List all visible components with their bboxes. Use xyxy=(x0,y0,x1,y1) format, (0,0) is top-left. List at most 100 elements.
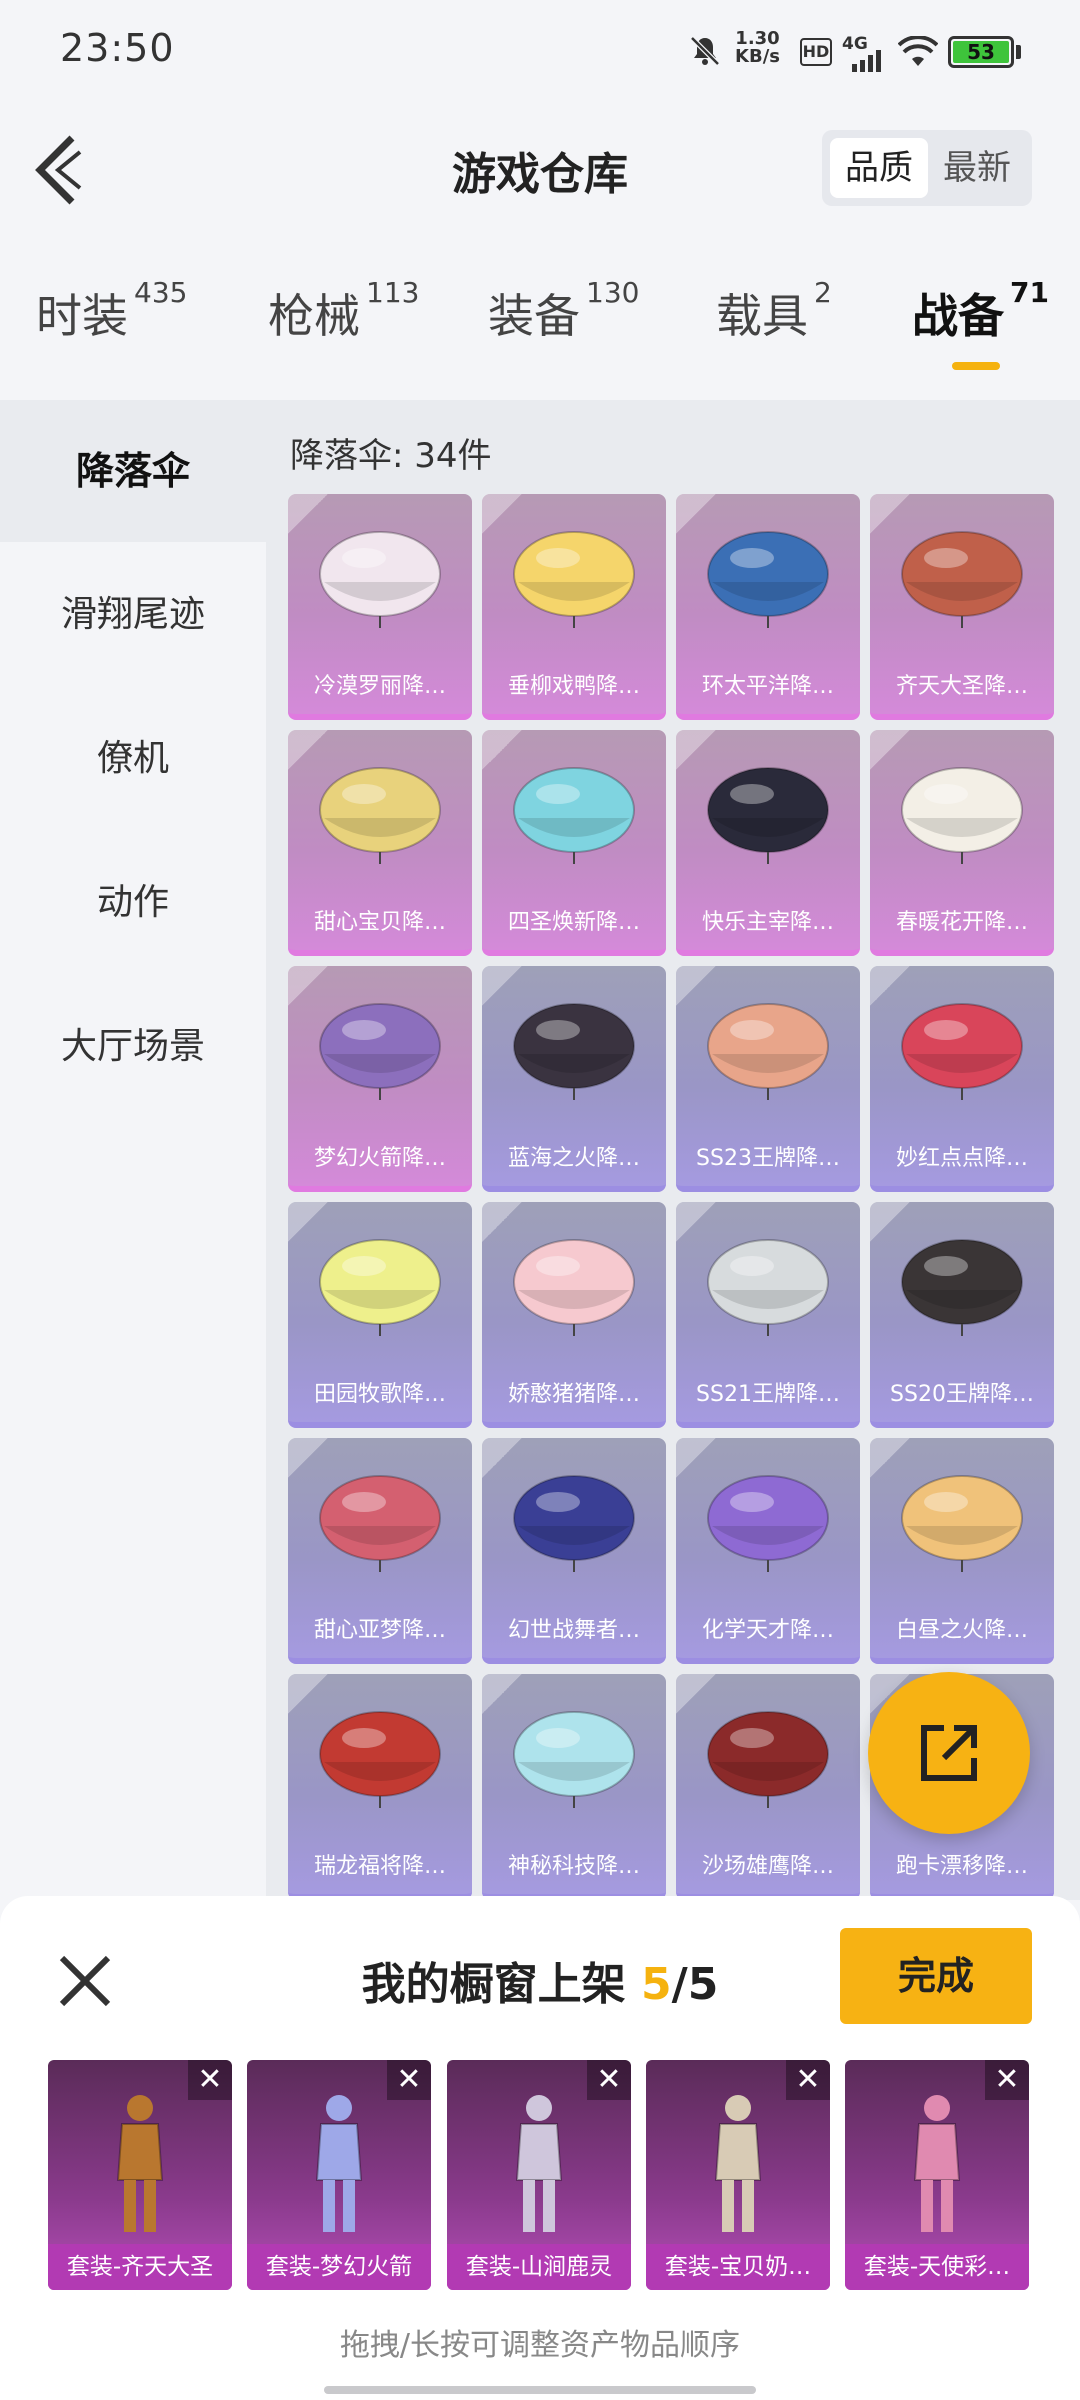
parachute-icon xyxy=(319,1711,441,1808)
card-label: 妙红点点降… xyxy=(895,1146,1028,1171)
parachute-icon xyxy=(901,1239,1023,1336)
parachute-icon xyxy=(901,767,1023,864)
tab-label: 装备 xyxy=(488,289,580,343)
parachute-icon xyxy=(707,531,829,628)
parachute-card[interactable]: 春暖花开降… xyxy=(870,730,1054,956)
reorder-hint: 拖拽/长按可调整资产物品顺序 xyxy=(339,2328,741,2363)
outfit-figure-icon xyxy=(116,2095,164,2232)
card-label: 春暖花开降… xyxy=(895,910,1028,935)
sidebar-item-lobby-scene[interactable]: 大厅场景 xyxy=(0,976,266,1118)
card-label: 齐天大圣降… xyxy=(895,674,1028,699)
parachute-icon xyxy=(319,1003,441,1100)
parachute-card[interactable]: 环太平洋降… xyxy=(676,494,860,720)
home-indicator[interactable] xyxy=(324,2386,756,2394)
showcase-item-label: 套装-天使彩… xyxy=(845,2244,1029,2290)
card-label: 化学天才降… xyxy=(701,1618,834,1643)
outfit-figure-icon xyxy=(515,2095,563,2232)
card-label: 白昼之火降… xyxy=(895,1618,1028,1643)
parachute-card[interactable]: 神秘科技降… xyxy=(482,1674,666,1900)
card-label: SS23王牌降… xyxy=(696,1146,840,1171)
parachute-card[interactable]: SS21王牌降… xyxy=(676,1202,860,1428)
card-label: 跑卡漂移降… xyxy=(895,1854,1028,1879)
parachute-card[interactable]: 冷漠罗丽降… xyxy=(288,494,472,720)
parachute-icon xyxy=(901,531,1023,628)
showcase-item[interactable]: ✕ 套装-齐天大圣 xyxy=(48,2060,232,2290)
done-button[interactable]: 完成 xyxy=(840,1928,1032,2024)
card-label: 冷漠罗丽降… xyxy=(313,674,446,699)
parachute-card[interactable]: 甜心亚梦降… xyxy=(288,1438,472,1664)
parachute-card[interactable]: 快乐主宰降… xyxy=(676,730,860,956)
speed-unit: KB/s xyxy=(735,46,780,67)
parachute-card[interactable]: 垂柳戏鸭降… xyxy=(482,494,666,720)
tab-active-indicator xyxy=(952,362,1000,370)
card-label: 田园牧歌降… xyxy=(313,1382,446,1407)
sort-toggle: 品质 最新 xyxy=(822,130,1032,206)
tab-count: 130 xyxy=(586,276,640,309)
card-label: 沙场雄鹰降… xyxy=(701,1854,834,1879)
tab-count: 435 xyxy=(134,276,188,309)
tab-count: 71 xyxy=(1010,276,1049,309)
sidebar-item-parachute[interactable]: 降落伞 xyxy=(0,400,266,542)
parachute-card[interactable]: 蓝海之火降… xyxy=(482,966,666,1192)
card-label: 甜心亚梦降… xyxy=(313,1618,446,1643)
card-label: 垂柳戏鸭降… xyxy=(507,674,640,699)
parachute-card[interactable]: 齐天大圣降… xyxy=(870,494,1054,720)
tab-guns[interactable]: 枪械 113 xyxy=(268,276,419,346)
parachute-icon xyxy=(319,531,441,628)
sidebar-item-wingman[interactable]: 僚机 xyxy=(0,688,266,830)
parachute-card[interactable]: 白昼之火降… xyxy=(870,1438,1054,1664)
showcase-item[interactable]: ✕ 套装-天使彩… xyxy=(845,2060,1029,2290)
remove-x-icon[interactable]: ✕ xyxy=(786,2060,830,2100)
signal-icon xyxy=(852,50,881,72)
status-time: 23:50 xyxy=(60,26,175,70)
parachute-card[interactable]: 甜心宝贝降… xyxy=(288,730,472,956)
card-label: 蓝海之火降… xyxy=(507,1146,640,1171)
parachute-icon xyxy=(513,1711,635,1808)
remove-x-icon[interactable]: ✕ xyxy=(985,2060,1029,2100)
parachute-card[interactable]: 瑞龙福将降… xyxy=(288,1674,472,1900)
parachute-card[interactable]: 妙红点点降… xyxy=(870,966,1054,1192)
remove-x-icon[interactable]: ✕ xyxy=(587,2060,631,2100)
sidebar-item-emote[interactable]: 动作 xyxy=(0,832,266,974)
showcase-item[interactable]: ✕ 套装-宝贝奶… xyxy=(646,2060,830,2290)
remove-x-icon[interactable]: ✕ xyxy=(188,2060,232,2100)
tab-label: 战备 xyxy=(912,289,1004,343)
tab-fashion[interactable]: 时装 435 xyxy=(36,276,187,346)
tab-vehicles[interactable]: 载具 2 xyxy=(716,276,832,346)
parachute-icon xyxy=(901,1475,1023,1572)
parachute-card[interactable]: 四圣焕新降… xyxy=(482,730,666,956)
parachute-card[interactable]: 化学天才降… xyxy=(676,1438,860,1664)
parachute-icon xyxy=(513,1239,635,1336)
card-label: 幻世战舞者… xyxy=(507,1618,640,1643)
sort-quality-button[interactable]: 品质 xyxy=(830,138,928,198)
parachute-card[interactable]: 幻世战舞者… xyxy=(482,1438,666,1664)
parachute-card[interactable]: 娇憨猪猪降… xyxy=(482,1202,666,1428)
tab-combat-gear[interactable]: 战备 71 xyxy=(912,276,1049,346)
parachute-card[interactable]: 田园牧歌降… xyxy=(288,1202,472,1428)
parachute-card[interactable]: 沙场雄鹰降… xyxy=(676,1674,860,1900)
showcase-item[interactable]: ✕ 套装-梦幻火箭 xyxy=(247,2060,431,2290)
category-tabs: 时装 435 枪械 113 装备 130 载具 2 战备 71 xyxy=(0,276,1080,390)
showcase-item[interactable]: ✕ 套装-山涧鹿灵 xyxy=(447,2060,631,2290)
parachute-card[interactable]: SS20王牌降… xyxy=(870,1202,1054,1428)
parachute-card[interactable]: SS23王牌降… xyxy=(676,966,860,1192)
tab-label: 枪械 xyxy=(268,289,360,343)
sidebar-item-glide-trail[interactable]: 滑翔尾迹 xyxy=(0,544,266,686)
parachute-icon xyxy=(513,531,635,628)
showcase-item-label: 套装-宝贝奶… xyxy=(646,2244,830,2290)
parachute-icon xyxy=(707,1003,829,1100)
share-button[interactable] xyxy=(868,1672,1030,1834)
sort-newest-button[interactable]: 最新 xyxy=(928,138,1026,198)
card-label: SS21王牌降… xyxy=(696,1382,840,1407)
parachute-card[interactable]: 梦幻火箭降… xyxy=(288,966,472,1192)
remove-x-icon[interactable]: ✕ xyxy=(387,2060,431,2100)
parachute-icon xyxy=(319,767,441,864)
hd-icon: HD xyxy=(800,38,832,66)
card-label: 四圣焕新降… xyxy=(507,910,640,935)
parachute-icon xyxy=(319,1239,441,1336)
card-label: 瑞龙福将降… xyxy=(313,1854,446,1879)
parachute-icon xyxy=(319,1475,441,1572)
tab-equipment[interactable]: 装备 130 xyxy=(488,276,639,346)
parachute-icon xyxy=(707,1711,829,1808)
showcase-item-label: 套装-山涧鹿灵 xyxy=(447,2244,631,2290)
